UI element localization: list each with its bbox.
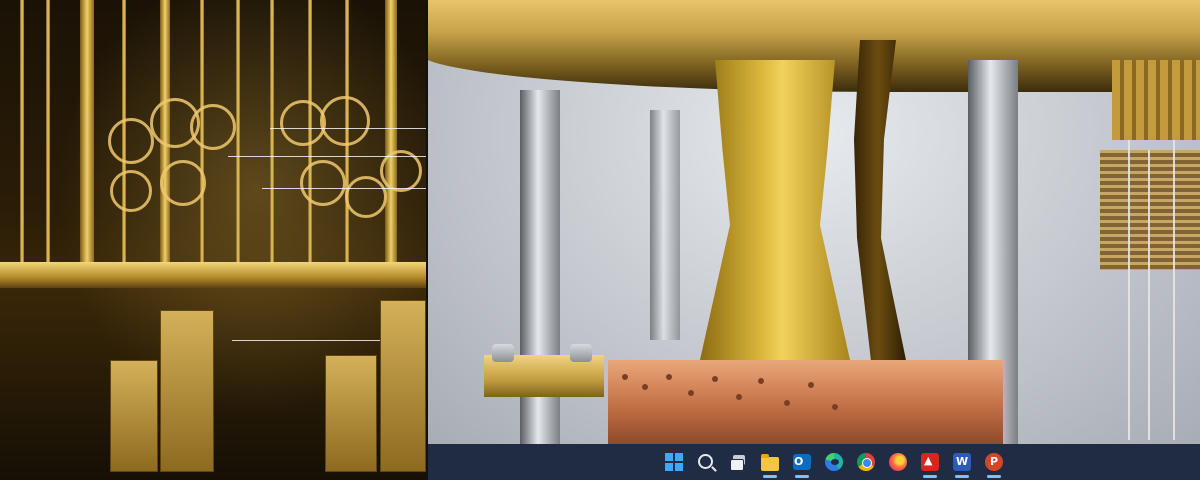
wire <box>1173 140 1175 440</box>
gold-rack <box>1112 60 1200 140</box>
coil-ring <box>190 104 236 150</box>
hole <box>736 394 742 400</box>
acrobat-icon <box>921 453 939 471</box>
running-indicator <box>955 475 969 478</box>
highlight-line <box>228 156 426 157</box>
gold-block <box>380 300 426 472</box>
gold-rod <box>80 0 94 270</box>
task-view-icon <box>729 453 747 471</box>
running-indicator <box>763 475 777 478</box>
highlight-line <box>262 188 426 189</box>
taskbar <box>428 444 1200 480</box>
powerpoint-icon <box>985 453 1003 471</box>
steel-pillar <box>650 110 680 340</box>
wallpaper-right-panel <box>428 0 1200 444</box>
firefox-button[interactable] <box>882 444 914 480</box>
hole <box>784 400 790 406</box>
hole <box>688 390 694 396</box>
word-button[interactable] <box>946 444 978 480</box>
gold-plate <box>0 262 426 288</box>
windows-start-icon <box>665 453 683 471</box>
gold-rod <box>270 0 274 270</box>
hole <box>712 376 718 382</box>
search-icon <box>697 453 715 471</box>
edge-icon <box>825 453 843 471</box>
wallpaper-left-panel <box>0 0 426 480</box>
coil-ring <box>300 160 346 206</box>
running-indicator <box>923 475 937 478</box>
search-button[interactable] <box>690 444 722 480</box>
wire <box>1128 140 1130 440</box>
outlook-icon <box>793 454 811 470</box>
copper-coil <box>1100 150 1200 270</box>
gold-block <box>160 310 214 472</box>
running-indicator <box>795 475 809 478</box>
coil-ring <box>160 160 206 206</box>
bolt <box>492 344 514 362</box>
copper-block <box>608 360 1003 444</box>
gold-rod <box>236 0 240 270</box>
coil-ring <box>110 170 152 212</box>
task-view-button[interactable] <box>722 444 754 480</box>
gold-rod <box>385 0 397 270</box>
highlight-line <box>270 128 426 129</box>
hole <box>758 378 764 384</box>
firefox-icon <box>889 453 907 471</box>
gold-rod <box>20 0 24 270</box>
file-explorer-icon <box>761 454 779 471</box>
coil-ring <box>108 118 154 164</box>
file-explorer-button[interactable] <box>754 444 786 480</box>
chrome-button[interactable] <box>850 444 882 480</box>
coil-ring <box>345 176 387 218</box>
hole <box>622 374 628 380</box>
hole <box>832 404 838 410</box>
flex-ribbon-cable <box>700 60 850 360</box>
start-button[interactable] <box>658 444 690 480</box>
taskbar-icons <box>658 444 1010 480</box>
gold-block <box>110 360 158 472</box>
word-icon <box>953 453 971 471</box>
running-indicator <box>987 475 1001 478</box>
hole <box>642 384 648 390</box>
powerpoint-button[interactable] <box>978 444 1010 480</box>
edge-button[interactable] <box>818 444 850 480</box>
gold-block <box>325 355 377 472</box>
hole <box>808 382 814 388</box>
wire <box>1148 150 1150 440</box>
gold-rod <box>46 0 50 270</box>
chrome-icon <box>857 453 875 471</box>
bolt <box>570 344 592 362</box>
coil-ring <box>320 96 370 146</box>
hole <box>666 374 672 380</box>
acrobat-button[interactable] <box>914 444 946 480</box>
outlook-button[interactable] <box>786 444 818 480</box>
